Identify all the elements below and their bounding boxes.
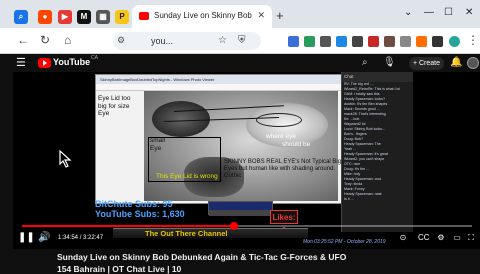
annotation-where-eye: where eye [266, 133, 296, 140]
home-icon[interactable]: ⌂ [64, 33, 71, 47]
extension-icon[interactable] [368, 36, 379, 47]
youtube-subs: YouTube Subs: 1,630 [95, 209, 185, 219]
reddit-tab-icon[interactable]: ● [38, 10, 52, 24]
photo-viewer-window: SkinnyBobImageBoxDoubledTopNights - Wind… [95, 74, 345, 204]
channel-banner: The Out There Channel [113, 228, 308, 238]
extension-icon[interactable] [336, 36, 347, 47]
chat-panel: Chat RV: The big red ... Wizard2_RetroRe:… [341, 72, 413, 232]
progress-fill [22, 225, 234, 227]
close-window-button[interactable]: ✕ [465, 7, 473, 18]
mic-icon[interactable]: 🎙 [383, 57, 396, 68]
photo-viewer-title: SkinnyBobImageBoxDoubledTopNights - Wind… [96, 75, 344, 84]
extensions-puzzle-icon[interactable] [432, 36, 443, 47]
extension-icon[interactable] [288, 36, 299, 47]
minimize-button[interactable]: — [424, 7, 434, 18]
shield-icon[interactable]: ⛨ [238, 35, 246, 46]
youtube-header: ☰ YouTube CA ⌕ 🎙 + Create 🔔 [0, 54, 480, 72]
photo-viewer-menu [96, 84, 344, 91]
grid-tab-icon[interactable]: ▦ [96, 10, 110, 24]
create-button[interactable]: + Create [409, 57, 444, 70]
close-tab-icon[interactable]: ✕ [257, 10, 265, 21]
video-title-line2: 154 Bahrain | OT Chat Live | 10 [57, 264, 182, 274]
back-icon[interactable]: ← [17, 33, 29, 47]
video-title: Sunday Live on Skinny Bob Debunked Again… [57, 252, 347, 262]
participant-tile [208, 201, 273, 216]
annotation-eye-lid: Eye Lid too big for size Eye [98, 95, 131, 117]
fullscreen-icon[interactable]: ⛶ [466, 233, 476, 242]
subtitles-icon[interactable]: CC [418, 233, 430, 242]
likes-counter: Likes: 3 [270, 210, 298, 235]
extension-icon[interactable] [416, 36, 427, 47]
progress-bar[interactable] [22, 222, 472, 230]
country-code: CA [91, 55, 98, 61]
tab-title: Sunday Live on Skinny Bob [154, 11, 252, 20]
eye-outline [256, 113, 302, 127]
progress-scrubber[interactable] [229, 222, 238, 230]
p-tab-icon[interactable]: P [115, 10, 129, 24]
hamburger-menu-icon[interactable]: ☰ [16, 56, 26, 69]
reload-icon[interactable]: ↻ [40, 33, 50, 47]
tab-search-dropdown-icon[interactable]: ⌄ [404, 7, 412, 18]
bitchute-subs: BitChute Subs: 95 [95, 199, 173, 209]
extension-icon[interactable] [384, 36, 395, 47]
extension-icon[interactable] [400, 36, 411, 47]
profile-icon[interactable] [449, 36, 460, 47]
browser-toolbar: ← ↻ ⌂ ⚙ you... ☆ ⛨ ⋮ [0, 28, 480, 54]
annotation-real-eyes: SKINNY BOBS REAL EYE's Not Typical Big E… [224, 159, 342, 179]
pause-icon[interactable]: ❚❚ [18, 232, 35, 243]
time-display: 1:34:54 / 3:22:47 [58, 235, 104, 241]
avatar[interactable] [467, 57, 479, 69]
stream-datetime: Mon 03:25:52 PM - October 28, 2019 [303, 239, 386, 245]
bookmark-star-icon[interactable]: ☆ [218, 35, 227, 46]
extension-icon[interactable] [320, 36, 331, 47]
notifications-icon[interactable]: 🔔 [450, 57, 462, 68]
search-icon[interactable]: ⌕ [362, 57, 368, 68]
youtube-favicon-icon [139, 12, 149, 20]
chat-message: Is it ... [344, 197, 354, 201]
youtube-logo-icon[interactable] [38, 58, 51, 68]
youtube-brand[interactable]: YouTube [53, 57, 90, 67]
settings-gear-icon[interactable]: ⚙ [436, 233, 446, 242]
tab-search-icon[interactable]: ⌕ [14, 10, 28, 24]
mouse-cursor-icon [59, 150, 72, 168]
m-tab-icon[interactable]: M [77, 10, 91, 24]
chat-header: Chat [342, 72, 413, 82]
site-info-icon[interactable]: ⚙ [117, 35, 125, 46]
annotation-should-be: should be [282, 141, 311, 148]
participant-name [209, 210, 272, 216]
url-text: you... [151, 36, 174, 46]
maximize-button[interactable]: ☐ [444, 7, 453, 18]
new-tab-button[interactable]: + [276, 8, 284, 23]
miniplayer-icon[interactable]: ▭ [452, 233, 462, 242]
youtube-tab-icon[interactable]: ▶ [58, 10, 72, 24]
volume-icon[interactable]: 🔊 [38, 232, 50, 243]
channel-banner-text: The Out There Channel [145, 229, 228, 238]
autoplay-toggle-icon[interactable]: ⊙ [398, 233, 408, 242]
browser-menu-icon[interactable]: ⋮ [467, 33, 479, 47]
extension-icon[interactable] [352, 36, 363, 47]
active-tab[interactable]: Sunday Live on Skinny Bob ✕ [132, 5, 272, 28]
extension-icon[interactable] [304, 36, 315, 47]
video-player[interactable]: SkinnyBobImageBoxDoubledTopNights - Wind… [13, 72, 480, 249]
chat-list: RV: The big red ... Wizard2_RetroRe: This… [342, 82, 413, 202]
tab-strip: ⌕ ● ▶ M ▦ P Sunday Live on Skinny Bob ✕ … [0, 0, 480, 28]
